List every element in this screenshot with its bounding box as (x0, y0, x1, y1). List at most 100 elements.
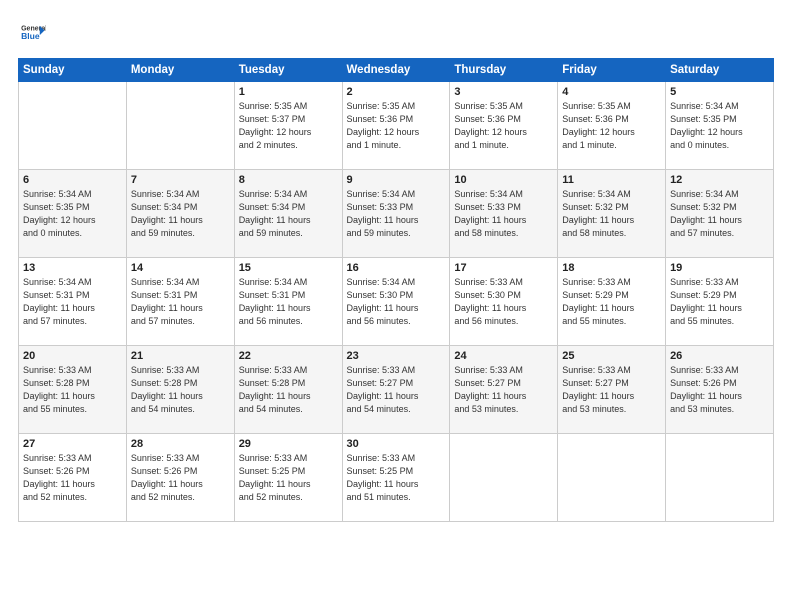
day-number: 25 (562, 350, 661, 362)
calendar-cell (666, 434, 774, 522)
calendar-cell (19, 82, 127, 170)
day-detail: Sunrise: 5:33 AM Sunset: 5:25 PM Dayligh… (347, 452, 446, 504)
day-detail: Sunrise: 5:34 AM Sunset: 5:31 PM Dayligh… (131, 276, 230, 328)
page: General Blue SundayMondayTuesdayWednesda… (0, 0, 792, 612)
calendar-cell: 21 Sunrise: 5:33 AM Sunset: 5:28 PM Dayli… (126, 346, 234, 434)
day-header-friday: Friday (558, 59, 666, 82)
day-number: 6 (23, 174, 122, 186)
calendar-cell: 17 Sunrise: 5:33 AM Sunset: 5:30 PM Dayli… (450, 258, 558, 346)
calendar-cell: 2Sunrise: 5:35 AM Sunset: 5:36 PM Daylig… (342, 82, 450, 170)
day-detail: Sunrise: 5:34 AM Sunset: 5:31 PM Dayligh… (239, 276, 338, 328)
calendar-cell (450, 434, 558, 522)
calendar-cell: 25 Sunrise: 5:33 AM Sunset: 5:27 PM Dayli… (558, 346, 666, 434)
calendar-cell: 3 Sunrise: 5:35 AM Sunset: 5:36 PM Daylig… (450, 82, 558, 170)
calendar-cell: 13 Sunrise: 5:34 AM Sunset: 5:31 PM Dayli… (19, 258, 127, 346)
day-header-thursday: Thursday (450, 59, 558, 82)
day-detail: Sunrise: 5:33 AM Sunset: 5:28 PM Dayligh… (131, 364, 230, 416)
day-number: 27 (23, 438, 122, 450)
day-number: 18 (562, 262, 661, 274)
day-number: 8 (239, 174, 338, 186)
day-detail: Sunrise: 5:34 AM Sunset: 5:33 PM Dayligh… (347, 188, 446, 240)
day-header-monday: Monday (126, 59, 234, 82)
day-detail: Sunrise: 5:35 AM Sunset: 5:36 PM Dayligh… (562, 100, 661, 152)
header: General Blue (18, 18, 774, 46)
day-detail: Sunrise: 5:34 AM Sunset: 5:35 PM Dayligh… (670, 100, 769, 152)
day-detail: Sunrise: 5:35 AM Sunset: 5:37 PM Dayligh… (239, 100, 338, 152)
calendar-cell: 4 Sunrise: 5:35 AM Sunset: 5:36 PM Daylig… (558, 82, 666, 170)
day-detail: Sunrise: 5:34 AM Sunset: 5:34 PM Dayligh… (131, 188, 230, 240)
day-number: 4 (562, 86, 661, 98)
calendar-cell: 10 Sunrise: 5:34 AM Sunset: 5:33 PM Dayli… (450, 170, 558, 258)
day-detail: Sunrise: 5:33 AM Sunset: 5:30 PM Dayligh… (454, 276, 553, 328)
day-detail: Sunrise: 5:35 AM Sunset: 5:36 PM Dayligh… (454, 100, 553, 152)
day-number: 3 (454, 86, 553, 98)
calendar-cell: 20 Sunrise: 5:33 AM Sunset: 5:28 PM Dayli… (19, 346, 127, 434)
calendar-cell: 19 Sunrise: 5:33 AM Sunset: 5:29 PM Dayli… (666, 258, 774, 346)
day-number: 16 (347, 262, 446, 274)
day-detail: Sunrise: 5:34 AM Sunset: 5:31 PM Dayligh… (23, 276, 122, 328)
day-number: 7 (131, 174, 230, 186)
day-number: 24 (454, 350, 553, 362)
day-number: 14 (131, 262, 230, 274)
days-header-row: SundayMondayTuesdayWednesdayThursdayFrid… (19, 59, 774, 82)
day-header-tuesday: Tuesday (234, 59, 342, 82)
day-number: 20 (23, 350, 122, 362)
day-detail: Sunrise: 5:34 AM Sunset: 5:34 PM Dayligh… (239, 188, 338, 240)
day-number: 12 (670, 174, 769, 186)
day-detail: Sunrise: 5:35 AM Sunset: 5:36 PM Dayligh… (347, 100, 446, 152)
calendar-cell: 14 Sunrise: 5:34 AM Sunset: 5:31 PM Dayli… (126, 258, 234, 346)
day-detail: Sunrise: 5:33 AM Sunset: 5:26 PM Dayligh… (23, 452, 122, 504)
calendar-cell (126, 82, 234, 170)
day-number: 15 (239, 262, 338, 274)
calendar-cell: 5 Sunrise: 5:34 AM Sunset: 5:35 PM Daylig… (666, 82, 774, 170)
day-header-sunday: Sunday (19, 59, 127, 82)
logo-icon: General Blue (18, 18, 46, 46)
calendar-cell: 9 Sunrise: 5:34 AM Sunset: 5:33 PM Daylig… (342, 170, 450, 258)
day-number: 11 (562, 174, 661, 186)
calendar-cell: 18 Sunrise: 5:33 AM Sunset: 5:29 PM Dayli… (558, 258, 666, 346)
calendar-cell: 30 Sunrise: 5:33 AM Sunset: 5:25 PM Dayli… (342, 434, 450, 522)
day-detail: Sunrise: 5:33 AM Sunset: 5:28 PM Dayligh… (23, 364, 122, 416)
day-detail: Sunrise: 5:34 AM Sunset: 5:32 PM Dayligh… (562, 188, 661, 240)
day-detail: Sunrise: 5:33 AM Sunset: 5:29 PM Dayligh… (670, 276, 769, 328)
calendar-cell: 16 Sunrise: 5:34 AM Sunset: 5:30 PM Dayli… (342, 258, 450, 346)
day-number: 19 (670, 262, 769, 274)
calendar-table: SundayMondayTuesdayWednesdayThursdayFrid… (18, 58, 774, 522)
day-detail: Sunrise: 5:33 AM Sunset: 5:27 PM Dayligh… (562, 364, 661, 416)
day-detail: Sunrise: 5:33 AM Sunset: 5:27 PM Dayligh… (454, 364, 553, 416)
day-detail: Sunrise: 5:34 AM Sunset: 5:30 PM Dayligh… (347, 276, 446, 328)
day-detail: Sunrise: 5:34 AM Sunset: 5:33 PM Dayligh… (454, 188, 553, 240)
day-number: 1 (239, 86, 338, 98)
day-number: 9 (347, 174, 446, 186)
day-number: 30 (347, 438, 446, 450)
day-detail: Sunrise: 5:33 AM Sunset: 5:26 PM Dayligh… (670, 364, 769, 416)
day-number: 17 (454, 262, 553, 274)
day-number: 28 (131, 438, 230, 450)
logo: General Blue (18, 18, 46, 46)
day-number: 13 (23, 262, 122, 274)
calendar-cell: 6Sunrise: 5:34 AM Sunset: 5:35 PM Daylig… (19, 170, 127, 258)
calendar-cell: 22 Sunrise: 5:33 AM Sunset: 5:28 PM Dayli… (234, 346, 342, 434)
calendar-cell: 29Sunrise: 5:33 AM Sunset: 5:25 PM Dayli… (234, 434, 342, 522)
day-detail: Sunrise: 5:34 AM Sunset: 5:32 PM Dayligh… (670, 188, 769, 240)
day-detail: Sunrise: 5:33 AM Sunset: 5:26 PM Dayligh… (131, 452, 230, 504)
day-number: 26 (670, 350, 769, 362)
calendar-cell: 7 Sunrise: 5:34 AM Sunset: 5:34 PM Daylig… (126, 170, 234, 258)
day-detail: Sunrise: 5:33 AM Sunset: 5:28 PM Dayligh… (239, 364, 338, 416)
calendar-cell: 11 Sunrise: 5:34 AM Sunset: 5:32 PM Dayli… (558, 170, 666, 258)
day-number: 10 (454, 174, 553, 186)
week-row-3: 13 Sunrise: 5:34 AM Sunset: 5:31 PM Dayli… (19, 258, 774, 346)
day-number: 23 (347, 350, 446, 362)
day-number: 21 (131, 350, 230, 362)
calendar-cell: 1 Sunrise: 5:35 AM Sunset: 5:37 PM Daylig… (234, 82, 342, 170)
day-number: 5 (670, 86, 769, 98)
week-row-1: 1 Sunrise: 5:35 AM Sunset: 5:37 PM Daylig… (19, 82, 774, 170)
day-number: 22 (239, 350, 338, 362)
calendar-cell: 8 Sunrise: 5:34 AM Sunset: 5:34 PM Daylig… (234, 170, 342, 258)
calendar-cell: 15 Sunrise: 5:34 AM Sunset: 5:31 PM Dayli… (234, 258, 342, 346)
day-detail: Sunrise: 5:33 AM Sunset: 5:29 PM Dayligh… (562, 276, 661, 328)
day-header-saturday: Saturday (666, 59, 774, 82)
week-row-2: 6Sunrise: 5:34 AM Sunset: 5:35 PM Daylig… (19, 170, 774, 258)
calendar-cell (558, 434, 666, 522)
week-row-5: 27 Sunrise: 5:33 AM Sunset: 5:26 PM Dayli… (19, 434, 774, 522)
